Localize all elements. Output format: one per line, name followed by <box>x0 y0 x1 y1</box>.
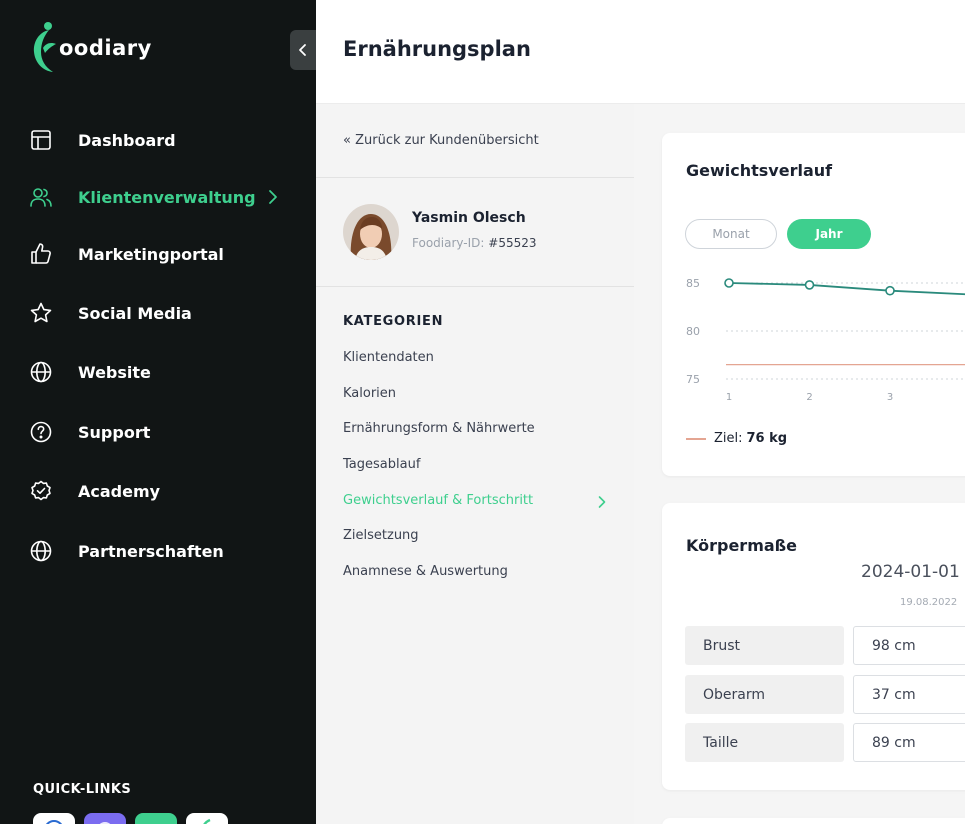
x-tick-label: 2 <box>806 392 812 403</box>
client-id-value: #55523 <box>488 236 537 250</box>
sidebar-item-support[interactable]: Support <box>28 417 150 447</box>
sidebar-item-label: Academy <box>78 481 161 501</box>
weight-chart: 85 80 75 1 2 3 <box>686 277 965 403</box>
avatar <box>343 204 399 260</box>
sidebar: oodiary Dashboard Klientenverwaltung Mar… <box>0 0 316 824</box>
sidebar-item-klientenverwaltung[interactable]: Klientenverwaltung <box>28 182 277 212</box>
sidebar-item-label: Support <box>78 422 151 442</box>
chevron-left-icon <box>299 44 306 56</box>
measure-date[interactable]: 2024-01-01 <box>861 562 960 582</box>
measure-input-taille[interactable]: 89 cm <box>853 723 965 762</box>
collapse-sidebar-button[interactable] <box>290 30 316 70</box>
globe-icon <box>28 359 54 385</box>
sidebar-item-label: Marketingportal <box>78 244 224 264</box>
sidebar-item-label: Social Media <box>78 303 192 323</box>
measure-label-brust: Brust <box>685 626 844 665</box>
goal-value: 76 kg <box>746 431 788 446</box>
data-point <box>724 278 734 288</box>
goal-label: Ziel: <box>714 431 743 446</box>
quick-link-icon <box>46 820 62 824</box>
sidebar-item-partnerschaften[interactable]: Partnerschaften <box>28 536 224 566</box>
users-icon <box>28 184 54 210</box>
divider <box>316 177 634 178</box>
x-tick-label: 1 <box>726 392 732 403</box>
page-title: Ernährungsplan <box>343 37 531 61</box>
sidebar-item-label: Partnerschaften <box>78 541 224 561</box>
sidebar-item-website[interactable]: Website <box>28 357 151 387</box>
data-point <box>804 280 815 290</box>
quick-link-3[interactable] <box>135 813 177 824</box>
page-header: Ernährungsplan <box>316 0 965 104</box>
sidebar-item-marketingportal[interactable]: Marketingportal <box>28 239 224 269</box>
divider <box>316 286 634 287</box>
sidebar-item-academy[interactable]: Academy <box>28 476 160 506</box>
measure-input-oberarm[interactable]: 37 cm <box>853 675 965 714</box>
logo-mark-icon <box>203 818 211 824</box>
card-title: Gewichtsverlauf <box>686 161 833 180</box>
client-id-label: Foodiary-ID: <box>412 236 485 250</box>
sidebar-item-label: Klientenverwaltung <box>78 187 256 207</box>
client-name: Yasmin Olesch <box>412 210 526 226</box>
measure-input-brust[interactable]: 98 cm <box>853 626 965 665</box>
layout-icon <box>28 127 54 153</box>
quick-link-4[interactable] <box>186 813 228 824</box>
category-ernaehrungsform[interactable]: Ernährungsform & Nährwerte <box>343 421 535 436</box>
y-tick-label: 80 <box>686 325 700 338</box>
sidebar-item-label: Dashboard <box>78 130 176 150</box>
sidebar-item-social-media[interactable]: Social Media <box>28 298 192 328</box>
back-to-clients-link[interactable]: « Zurück zur Kundenübersicht <box>343 133 539 148</box>
globe-icon <box>28 538 54 564</box>
client-id: Foodiary-ID: #55523 <box>412 236 537 250</box>
star-icon <box>28 300 54 326</box>
quick-link-2[interactable] <box>84 813 126 824</box>
next-card <box>662 818 965 824</box>
sidebar-item-label: Website <box>78 362 151 382</box>
measure-date-secondary: 19.08.2022 <box>900 597 958 608</box>
data-point <box>885 285 895 296</box>
quick-link-icon <box>99 822 111 824</box>
quick-link-1[interactable] <box>33 813 75 824</box>
card-title: Körpermaße <box>686 536 798 555</box>
goal-legend: Ziel: 76 kg <box>686 431 787 446</box>
measure-label-oberarm: Oberarm <box>685 675 844 714</box>
chevron-right-icon <box>268 189 278 209</box>
category-kalorien[interactable]: Kalorien <box>343 386 396 401</box>
y-tick-label: 85 <box>686 277 700 290</box>
measure-label-taille: Taille <box>685 723 844 762</box>
series-line <box>728 282 965 296</box>
thumbs-up-icon <box>28 241 54 267</box>
category-anamnese[interactable]: Anamnese & Auswertung <box>343 564 508 579</box>
help-circle-icon <box>28 419 54 445</box>
sidebar-item-dashboard[interactable]: Dashboard <box>28 125 176 155</box>
logo[interactable]: oodiary <box>32 18 152 74</box>
category-klientendaten[interactable]: Klientendaten <box>343 350 434 365</box>
category-tagesablauf[interactable]: Tagesablauf <box>343 457 420 472</box>
client-panel: « Zurück zur Kundenübersicht Yasmin Oles… <box>316 104 634 824</box>
logo-mark-icon <box>33 22 56 72</box>
logo-text: oodiary <box>59 35 152 60</box>
chevron-right-icon <box>598 494 606 513</box>
category-zielsetzung[interactable]: Zielsetzung <box>343 528 419 543</box>
category-gewichtsverlauf[interactable]: Gewichtsverlauf & Fortschritt <box>343 493 533 508</box>
goal-line-swatch <box>686 437 706 440</box>
quick-links-heading: QUICK-LINKS <box>33 782 132 797</box>
badge-check-icon <box>28 478 54 504</box>
body-measures-card: Körpermaße 2024-01-01 19.08.2022 Brust 9… <box>662 503 965 790</box>
weight-progress-card: Gewichtsverlauf Monat Jahr 85 80 75 1 2 3 Zie… <box>662 133 965 476</box>
y-tick-label: 75 <box>686 373 700 386</box>
categories-heading: KATEGORIEN <box>343 314 444 329</box>
x-tick-label: 3 <box>887 392 893 403</box>
toggle-month-button[interactable]: Monat <box>685 219 777 249</box>
toggle-year-button[interactable]: Jahr <box>787 219 871 249</box>
